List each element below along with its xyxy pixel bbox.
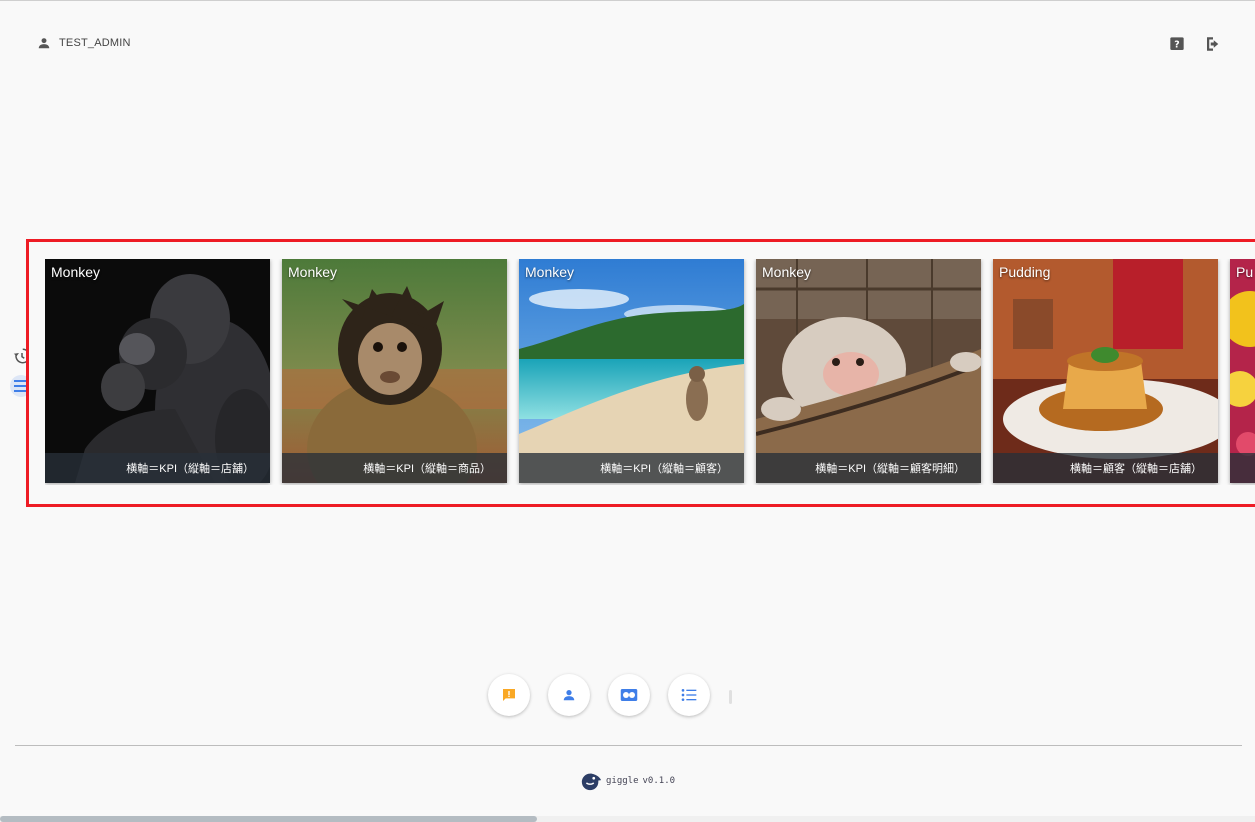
action-buttons — [488, 674, 710, 716]
top-divider — [0, 0, 1255, 1]
gorilla-image — [45, 259, 270, 483]
report-card[interactable]: Monkey 横軸＝KPI（縦軸＝顧客） — [519, 259, 744, 483]
list-button[interactable] — [668, 674, 710, 716]
username-label: TEST_ADMIN — [59, 37, 131, 49]
card-title: Monkey — [525, 264, 575, 280]
header-actions: ? — [1167, 34, 1223, 54]
report-card[interactable]: Monkey 横軸＝KPI（縦軸＝顧客明細） — [756, 259, 981, 483]
alert-comment-icon — [503, 689, 515, 701]
user-button[interactable] — [548, 674, 590, 716]
svg-text:?: ? — [1174, 39, 1179, 50]
report-card[interactable]: Pudding 横軸＝顧客（縦軸＝店舗） — [993, 259, 1218, 483]
pudding-image — [993, 259, 1218, 483]
app-version: v0.1.0 — [642, 776, 676, 786]
footer: giggle v0.1.0 — [580, 770, 675, 792]
beach-monkey-image — [519, 259, 744, 483]
user-info: TEST_ADMIN — [37, 36, 131, 50]
card-title: Pu — [1236, 264, 1254, 280]
logout-icon[interactable] — [1203, 34, 1223, 54]
card-title: Pudding — [999, 264, 1051, 280]
report-carousel: Monkey 横軸＝KPI（縦軸＝店舗） Monkey 横軸＝KPI（縦軸＝商品 — [45, 259, 1255, 485]
feedback-button[interactable] — [488, 674, 530, 716]
report-card[interactable]: Monkey 横軸＝KPI（縦軸＝商品） — [282, 259, 507, 483]
horizontal-scrollbar-thumb[interactable] — [0, 816, 537, 822]
card-title: Monkey — [762, 264, 812, 280]
scroll-indicator — [729, 690, 732, 704]
capuchin-monkey-image — [282, 259, 507, 483]
card-caption — [1230, 453, 1255, 483]
person-icon — [38, 38, 50, 49]
card-caption: 横軸＝KPI（縦軸＝商品） — [282, 453, 507, 483]
card-caption: 横軸＝KPI（縦軸＝顧客） — [519, 453, 744, 483]
report-card[interactable]: Pu — [1230, 259, 1255, 483]
baboon-barrel-image — [756, 259, 981, 483]
app-name: giggle — [606, 776, 639, 786]
report-card[interactable]: Monkey 横軸＝KPI（縦軸＝店舗） — [45, 259, 270, 483]
card-title: Monkey — [51, 264, 101, 280]
help-icon[interactable]: ? — [1167, 34, 1187, 54]
person-icon — [563, 690, 575, 701]
footer-divider — [15, 745, 1242, 746]
pudding-image — [1230, 259, 1255, 483]
card-view-button[interactable] — [608, 674, 650, 716]
card-caption: 横軸＝顧客（縦軸＝店舗） — [993, 453, 1218, 483]
card-caption: 横軸＝KPI（縦軸＝店舗） — [45, 453, 270, 483]
card-caption: 横軸＝KPI（縦軸＝顧客明細） — [756, 453, 981, 483]
giggle-logo-icon — [581, 773, 602, 791]
card-title: Monkey — [288, 264, 338, 280]
list-icon — [681, 689, 697, 701]
card-view-icon — [620, 689, 638, 701]
